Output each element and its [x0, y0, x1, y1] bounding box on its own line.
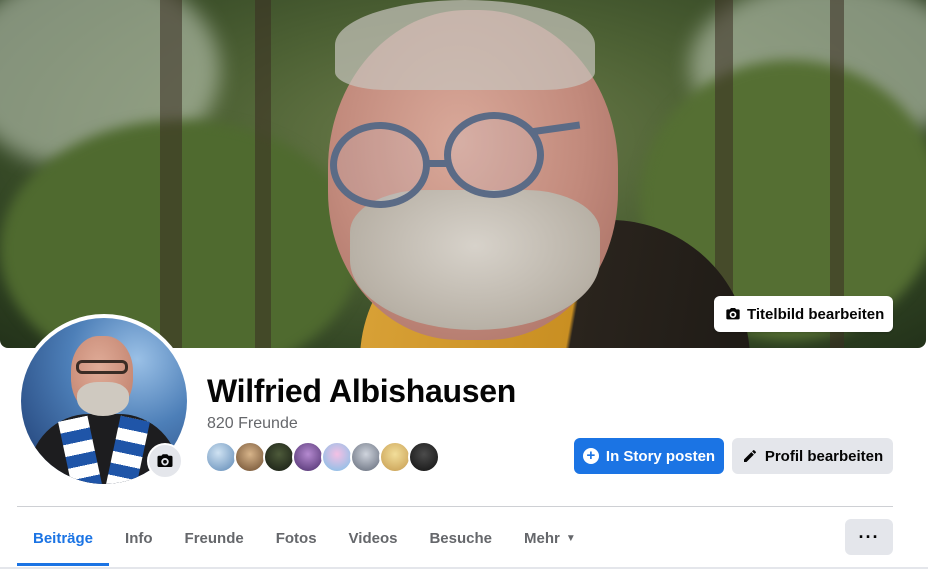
plus-circle-icon: + — [582, 448, 599, 464]
friend-avatar[interactable] — [350, 441, 382, 473]
divider — [17, 506, 893, 507]
tab-info[interactable]: Info — [109, 510, 169, 566]
camera-icon — [157, 454, 173, 467]
pencil-icon — [743, 449, 756, 462]
friend-avatar[interactable] — [263, 441, 295, 473]
camera-icon — [726, 308, 740, 320]
friend-avatar[interactable] — [234, 441, 266, 473]
edit-profile-picture-button[interactable] — [147, 443, 183, 479]
tab-fotos[interactable]: Fotos — [260, 510, 333, 566]
friend-faces[interactable] — [205, 441, 445, 475]
profile-name: Wilfried Albishausen — [207, 373, 517, 409]
add-to-story-button[interactable]: + In Story posten — [574, 438, 724, 474]
friend-avatar[interactable] — [292, 441, 324, 473]
friend-avatar[interactable] — [321, 441, 353, 473]
add-to-story-label: In Story posten — [605, 447, 716, 465]
friend-avatar[interactable] — [205, 441, 237, 473]
tab-freunde[interactable]: Freunde — [169, 510, 260, 566]
edit-profile-button[interactable]: Profil bearbeiten — [732, 438, 893, 474]
more-options-icon: ··· — [858, 526, 880, 547]
edit-cover-photo-button[interactable]: Titelbild bearbeiten — [714, 296, 893, 332]
tab-mehr[interactable]: Mehr ▼ — [508, 510, 592, 566]
tab-beitraege[interactable]: Beiträge — [17, 510, 110, 566]
friend-avatar[interactable] — [379, 441, 411, 473]
profile-tabs: Beiträge Info Freunde Fotos Videos Besuc… — [17, 510, 592, 568]
edit-cover-label: Titelbild bearbeiten — [747, 305, 885, 323]
friends-count-link[interactable]: 820 Freunde — [207, 415, 298, 433]
friend-avatar[interactable] — [408, 441, 440, 473]
tab-besuche[interactable]: Besuche — [413, 510, 508, 566]
edit-profile-label: Profil bearbeiten — [764, 447, 884, 465]
caret-down-icon: ▼ — [565, 532, 576, 544]
tab-videos[interactable]: Videos — [333, 510, 414, 566]
more-options-button[interactable]: ··· — [845, 519, 893, 555]
